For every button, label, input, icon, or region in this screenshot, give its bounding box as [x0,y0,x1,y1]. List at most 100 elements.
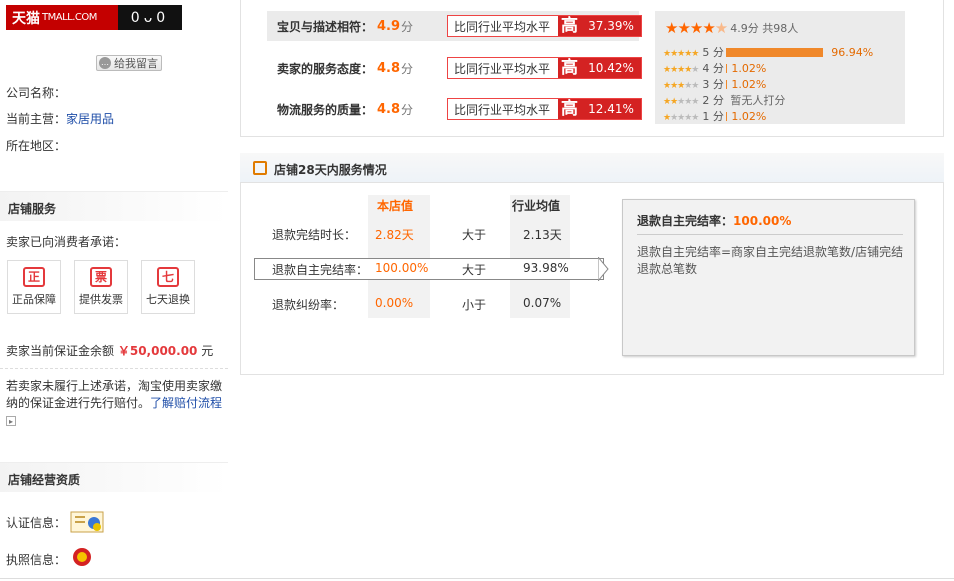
dsr-label: 宝贝与描述相符： [276,19,373,34]
seven-day-icon: 七 [157,267,179,287]
leave-message-label: 给我留言 [114,57,158,70]
service-genuine[interactable]: 正 正品保障 [7,260,61,314]
license-row: 执照信息： [6,551,66,568]
leave-message-button[interactable]: … 给我留言 [96,55,162,71]
rating-row-label: 4 分 [702,62,724,75]
compensation-notice: 若卖家未履行上述承诺，淘宝使用卖家缴纳的保证金进行先行赔付。了解赔付流程 ▸ [6,378,224,429]
row-pointer-icon [598,257,609,281]
dsr-row-service: 卖家的服务态度： 4.8 分 比同行业平均水平 高 10.42% [267,53,642,83]
rating-row-label: 5 分 [702,46,724,59]
service-row-compare: 小于 [462,298,487,312]
certificate-icon[interactable] [70,510,106,534]
rating-row-percent: 1.02% [731,109,767,123]
main-business-label: 当前主营： [6,112,67,126]
company-name-row: 公司名称： [6,84,66,101]
rating-row: ★★★★★ 1 分 1.02% [663,109,767,124]
cert-label: 认证信息： [6,516,67,530]
calendar-icon [253,161,267,175]
dsr-row-description: 宝贝与描述相符： 4.9 分 比同行业平均水平 高 37.39% [267,11,642,41]
service-row-compare: 大于 [462,228,487,242]
tooltip-head-value: 100.00% [733,214,792,228]
rating-row: ★★★★★ 2 分暂无人打分 [663,93,785,107]
service-invoice[interactable]: 票 提供发票 [74,260,128,314]
dsr-unit: 分 [401,61,414,76]
service-row-label[interactable]: 退款纠纷率： [272,296,344,316]
compare-text: 比同行业平均水平 [454,61,551,76]
metric-tooltip: 退款自主完结率：100.00% 退款自主完结率=商家自主完结退款笔数/店铺完结退… [622,199,915,356]
arrow-right-icon[interactable]: ▸ [6,416,16,426]
rating-row: ★★★★★ 3 分 1.02% [663,77,767,92]
dsr-compare-badge: 比同行业平均水平 高 12.41% [447,98,642,120]
compare-text: 比同行业平均水平 [454,19,551,34]
rating-row-percent: 1.02% [731,77,767,91]
dsr-unit: 分 [401,19,414,34]
bottom-border [0,578,954,579]
compare-text: 比同行业平均水平 [454,102,551,117]
rating-row-label: 3 分 [702,78,724,91]
service28-header: 店铺28天内服务情况 [240,153,944,183]
invoice-icon: 票 [90,267,112,287]
compensation-process-link[interactable]: 了解赔付流程 [150,396,222,410]
service-row-store-value: 2.82天 [375,228,414,242]
chat-bubble-icon: … [99,57,111,69]
rating-bar [726,47,824,57]
industry-avg-header: 行业均值 [512,199,561,213]
compare-percent: 12.41% [581,99,641,119]
service-7day-return[interactable]: 七 七天退换 [141,260,195,314]
dsr-score: 4.9 [377,18,401,34]
deposit-row: 卖家当前保证金余额 ￥50,000.00 元 [6,342,213,359]
license-emblem-icon[interactable] [72,546,92,568]
service-row-industry-value: 93.98% [523,261,569,275]
level-badge: 高 [558,16,581,36]
rating-summary-text: 4.9分 共98人 [730,22,799,35]
tmall-logo[interactable]: 天猫 TMALL.COM 0ᴗ0 [6,5,182,30]
service-row-compare: 大于 [462,263,487,277]
tooltip-head: 退款自主完结率：100.00% [637,212,791,229]
rating-bar [726,63,728,73]
dsr-score: 4.8 [377,101,401,117]
left-sidebar: 天猫 TMALL.COM 0ᴗ0 … 给我留言 公司名称： 当前主营：家居用品 … [0,0,228,581]
service-row-label[interactable]: 退款完结时长： [272,226,356,246]
service-genuine-label: 正品保障 [12,293,56,306]
tmall-logo-en: TMALL.COM [42,12,97,23]
service-7day-label: 七天退换 [146,293,190,306]
deposit-prefix: 卖家当前保证金余额 [6,344,115,358]
rating-distribution: ★★★★★ 4.9分 共98人 ★★★★★ 5 分 96.94% ★★★★★ 4 分 1.… [655,11,905,124]
tooltip-divider [637,234,903,235]
promise-text: 卖家已向消费者承诺： [6,235,127,249]
compare-percent: 10.42% [581,58,641,78]
qualification-header: 店铺经营资质 [0,462,228,492]
rating-row-percent: 暂无人打分 [730,94,786,107]
deposit-amount: ￥50,000.00 [117,344,198,358]
store-value-header: 本店值 [377,199,414,213]
compare-percent: 37.39% [581,16,641,36]
company-name-label: 公司名称： [6,86,67,100]
region-row: 所在地区： [6,137,66,154]
divider [0,368,228,369]
rating-row-percent: 1.02% [731,61,767,75]
tmall-logo-cn: 天猫 [12,10,40,27]
star-icon-group: ★★★★★ [663,112,699,123]
main-business-link[interactable]: 家居用品 [66,112,114,126]
rating-summary: ★★★★★ 4.9分 共98人 [665,19,798,37]
genuine-icon: 正 [23,267,45,287]
dsr-unit: 分 [401,102,414,117]
level-badge: 高 [558,99,581,119]
tooltip-body: 退款自主完结率=商家自主完结退款笔数/店铺完结退款总笔数 [637,245,904,276]
dsr-label: 物流服务的质量： [276,102,373,117]
service-invoice-label: 提供发票 [79,293,123,306]
region-label: 所在地区： [6,139,67,153]
star-icon-group: ★★★★★ [663,48,699,59]
dsr-score: 4.8 [377,60,401,76]
shop-services-header: 店铺服务 [0,191,228,221]
deposit-unit: 元 [201,344,214,358]
rating-row-label: 2 分 [702,94,724,107]
level-badge: 高 [558,58,581,78]
qualification-title: 店铺经营资质 [8,473,81,487]
rating-row: ★★★★★ 5 分 96.94% [663,45,873,60]
rating-row: ★★★★★ 4 分 1.02% [663,61,767,76]
rating-bar [726,79,728,89]
service-row-industry-value: 0.07% [523,296,562,310]
dsr-row-logistics: 物流服务的质量： 4.8 分 比同行业平均水平 高 12.41% [267,94,642,124]
service-row-label[interactable]: 退款自主完结率： [272,261,368,281]
